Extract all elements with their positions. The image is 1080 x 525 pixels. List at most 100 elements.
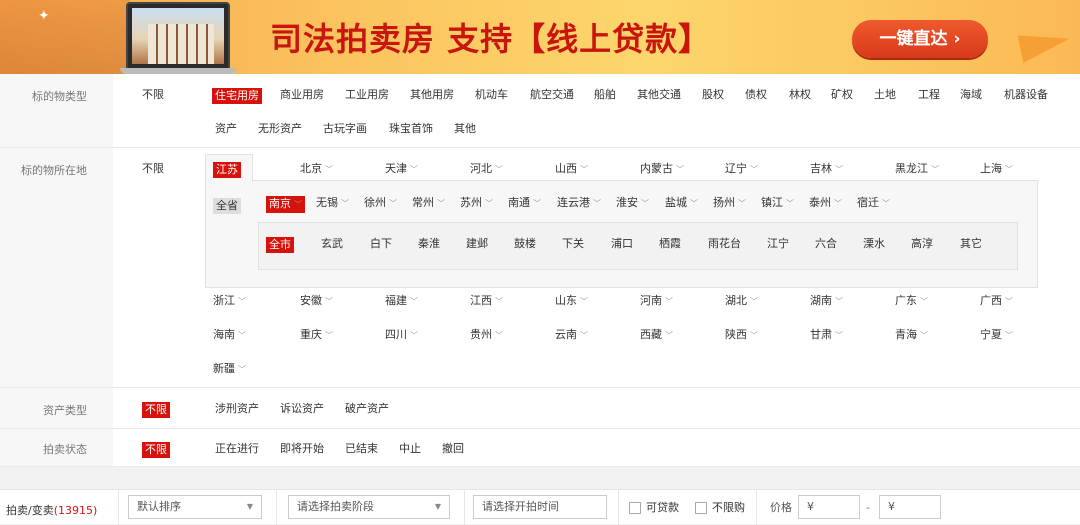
option-type[interactable]: 无形资产: [258, 122, 302, 136]
province-item[interactable]: 青海 ﹀: [895, 328, 928, 343]
option-status[interactable]: 中止: [399, 442, 421, 456]
province-item[interactable]: 海南 ﹀: [213, 328, 246, 343]
district-item[interactable]: 雨花台: [708, 237, 741, 251]
province-item[interactable]: 内蒙古 ﹀: [640, 162, 684, 177]
province-item[interactable]: 江苏: [213, 162, 241, 178]
option-type[interactable]: 商业用房: [280, 88, 324, 102]
whole-city-option[interactable]: 全市: [266, 237, 294, 253]
promo-banner[interactable]: ✦ 司法拍卖房 支持【线上贷款】 一键直达 ›: [0, 0, 1080, 74]
option-unlimited[interactable]: 不限: [142, 402, 170, 418]
option-type[interactable]: 矿权: [831, 88, 853, 102]
province-item[interactable]: 贵州 ﹀: [470, 328, 503, 343]
district-item[interactable]: 栖霞: [659, 237, 681, 251]
option-unlimited[interactable]: 不限: [142, 162, 164, 176]
province-item[interactable]: 浙江 ﹀: [213, 294, 246, 309]
option-type[interactable]: 机动车: [475, 88, 508, 102]
option-type[interactable]: 船舶: [594, 88, 616, 102]
city-item[interactable]: 无锡 ﹀: [316, 196, 349, 211]
stage-select[interactable]: 请选择拍卖阶段 ▼: [288, 495, 450, 519]
option-type[interactable]: 股权: [702, 88, 724, 102]
city-item[interactable]: 泰州 ﹀: [809, 196, 842, 211]
option-type[interactable]: 工业用房: [345, 88, 389, 102]
city-item[interactable]: 扬州 ﹀: [713, 196, 746, 211]
province-item[interactable]: 山东 ﹀: [555, 294, 588, 309]
province-item[interactable]: 湖北 ﹀: [725, 294, 758, 309]
district-item[interactable]: 浦口: [611, 237, 633, 251]
district-item[interactable]: 秦淮: [418, 237, 440, 251]
district-item[interactable]: 江宁: [767, 237, 789, 251]
option-status[interactable]: 已结束: [345, 442, 378, 456]
price-min-input[interactable]: ¥: [798, 495, 860, 519]
district-item[interactable]: 建邺: [466, 237, 488, 251]
option-type[interactable]: 其他用房: [410, 88, 454, 102]
option-type[interactable]: 其他: [454, 122, 476, 136]
district-item[interactable]: 白下: [370, 237, 392, 251]
district-item[interactable]: 玄武: [321, 237, 343, 251]
option-type[interactable]: 海域: [960, 88, 982, 102]
city-item[interactable]: 镇江 ﹀: [761, 196, 794, 211]
province-item[interactable]: 吉林 ﹀: [810, 162, 843, 177]
option-type[interactable]: 航空交通: [530, 88, 574, 102]
option-type[interactable]: 林权: [789, 88, 811, 102]
district-item[interactable]: 六合: [815, 237, 837, 251]
province-item[interactable]: 甘肃 ﹀: [810, 328, 843, 343]
district-item[interactable]: 其它: [960, 237, 982, 251]
city-item[interactable]: 常州 ﹀: [412, 196, 445, 211]
option-type[interactable]: 住宅用房: [212, 88, 262, 104]
option-asset[interactable]: 涉刑资产: [215, 402, 259, 416]
option-type[interactable]: 资产: [215, 122, 237, 136]
option-asset[interactable]: 破产资产: [345, 402, 389, 416]
sort-select[interactable]: 默认排序 ▼: [128, 495, 262, 519]
whole-province-option[interactable]: 全省: [213, 198, 241, 214]
city-item[interactable]: 南通 ﹀: [508, 196, 541, 211]
province-item[interactable]: 西藏 ﹀: [640, 328, 673, 343]
province-item[interactable]: 天津 ﹀: [385, 162, 418, 177]
direct-link-button[interactable]: 一键直达 ›: [852, 20, 988, 58]
province-item[interactable]: 广东 ﹀: [895, 294, 928, 309]
city-item[interactable]: 淮安 ﹀: [616, 196, 649, 211]
option-asset[interactable]: 诉讼资产: [280, 402, 324, 416]
option-type[interactable]: 其他交通: [637, 88, 681, 102]
province-item[interactable]: 上海 ﹀: [980, 162, 1013, 177]
city-item[interactable]: 南京 ﹀: [266, 196, 305, 213]
loanable-checkbox[interactable]: [629, 502, 641, 514]
option-type[interactable]: 古玩字画: [323, 122, 367, 136]
city-item[interactable]: 连云港 ﹀: [557, 196, 601, 211]
province-item[interactable]: 宁夏 ﹀: [980, 328, 1013, 343]
city-item[interactable]: 宿迁 ﹀: [857, 196, 890, 211]
option-unlimited[interactable]: 不限: [142, 442, 170, 458]
option-unlimited[interactable]: 不限: [142, 88, 164, 102]
option-status[interactable]: 即将开始: [280, 442, 324, 456]
option-type[interactable]: 珠宝首饰: [389, 122, 433, 136]
district-item[interactable]: 下关: [562, 237, 584, 251]
province-item[interactable]: 福建 ﹀: [385, 294, 418, 309]
city-item[interactable]: 徐州 ﹀: [364, 196, 397, 211]
city-item[interactable]: 苏州 ﹀: [460, 196, 493, 211]
option-type[interactable]: 工程: [918, 88, 940, 102]
district-item[interactable]: 高淳: [911, 237, 933, 251]
province-item[interactable]: 黑龙江 ﹀: [895, 162, 939, 177]
province-item[interactable]: 四川 ﹀: [385, 328, 418, 343]
option-type[interactable]: 土地: [874, 88, 896, 102]
province-item[interactable]: 云南 ﹀: [555, 328, 588, 343]
province-item[interactable]: 北京 ﹀: [300, 162, 333, 177]
province-item[interactable]: 安徽 ﹀: [300, 294, 333, 309]
price-max-input[interactable]: ¥: [879, 495, 941, 519]
province-item[interactable]: 辽宁 ﹀: [725, 162, 758, 177]
province-item[interactable]: 新疆 ﹀: [213, 362, 246, 377]
district-item[interactable]: 溧水: [863, 237, 885, 251]
province-item[interactable]: 山西 ﹀: [555, 162, 588, 177]
province-item[interactable]: 河南 ﹀: [640, 294, 673, 309]
option-type[interactable]: 债权: [745, 88, 767, 102]
province-item[interactable]: 湖南 ﹀: [810, 294, 843, 309]
city-item[interactable]: 盐城 ﹀: [665, 196, 698, 211]
province-item[interactable]: 广西 ﹀: [980, 294, 1013, 309]
province-item[interactable]: 江西 ﹀: [470, 294, 503, 309]
option-status[interactable]: 撤回: [442, 442, 464, 456]
district-item[interactable]: 鼓楼: [514, 237, 536, 251]
no-limit-purchase-checkbox[interactable]: [695, 502, 707, 514]
province-item[interactable]: 重庆 ﹀: [300, 328, 333, 343]
option-type[interactable]: 机器设备: [1004, 88, 1048, 102]
province-item[interactable]: 河北 ﹀: [470, 162, 503, 177]
province-item[interactable]: 陕西 ﹀: [725, 328, 758, 343]
